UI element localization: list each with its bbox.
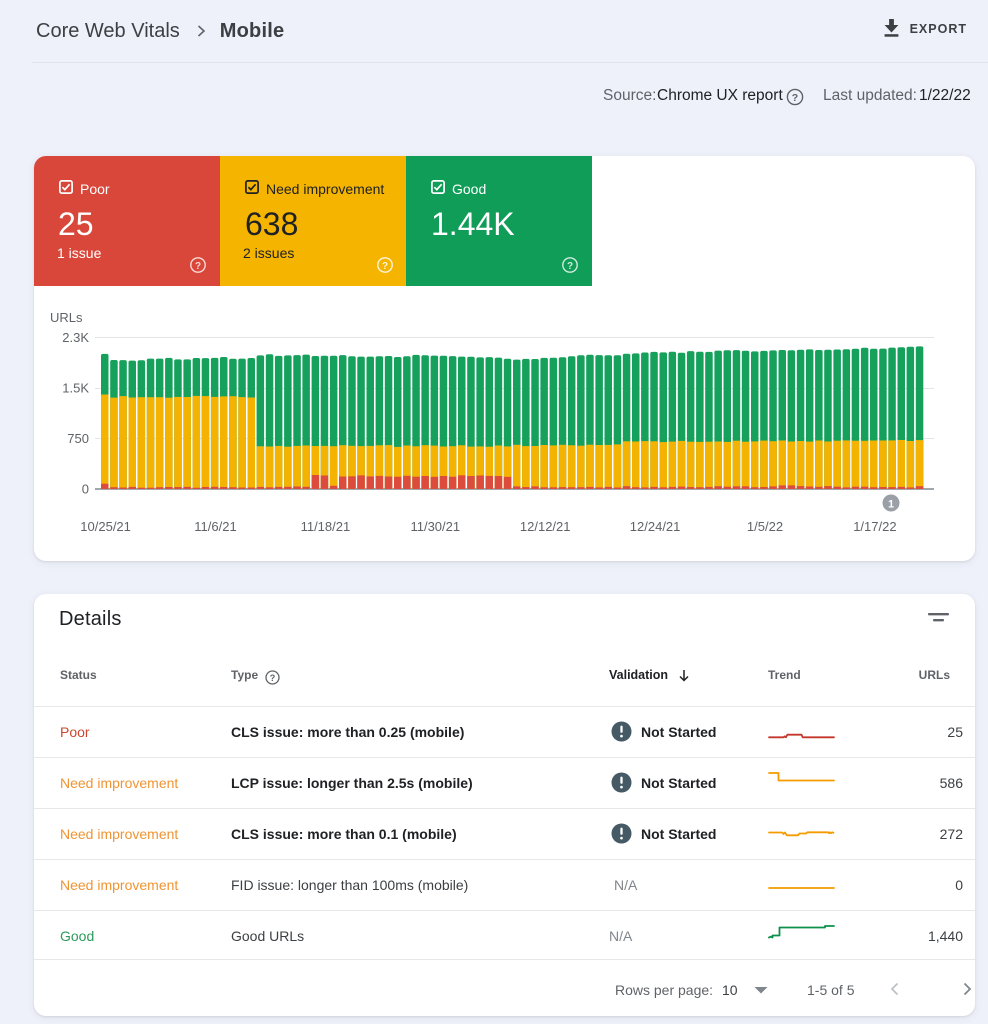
svg-text:0: 0 [82,482,89,497]
svg-text:12/24/21: 12/24/21 [630,519,681,534]
svg-text:11/30/21: 11/30/21 [410,519,460,534]
svg-text:1/5/22: 1/5/22 [747,519,783,534]
svg-text:2.3K: 2.3K [62,330,89,345]
svg-text:1: 1 [888,499,894,511]
svg-text:1.5K: 1.5K [62,381,89,396]
svg-text:11/6/21: 11/6/21 [194,519,236,534]
svg-text:12/12/21: 12/12/21 [520,519,571,534]
svg-text:URLs: URLs [50,310,83,325]
svg-text:10/25/21: 10/25/21 [80,519,131,534]
svg-text:?: ? [270,673,276,683]
svg-text:11/18/21: 11/18/21 [301,519,351,534]
svg-text:1/17/22: 1/17/22 [853,519,896,534]
svg-text:750: 750 [67,431,89,446]
